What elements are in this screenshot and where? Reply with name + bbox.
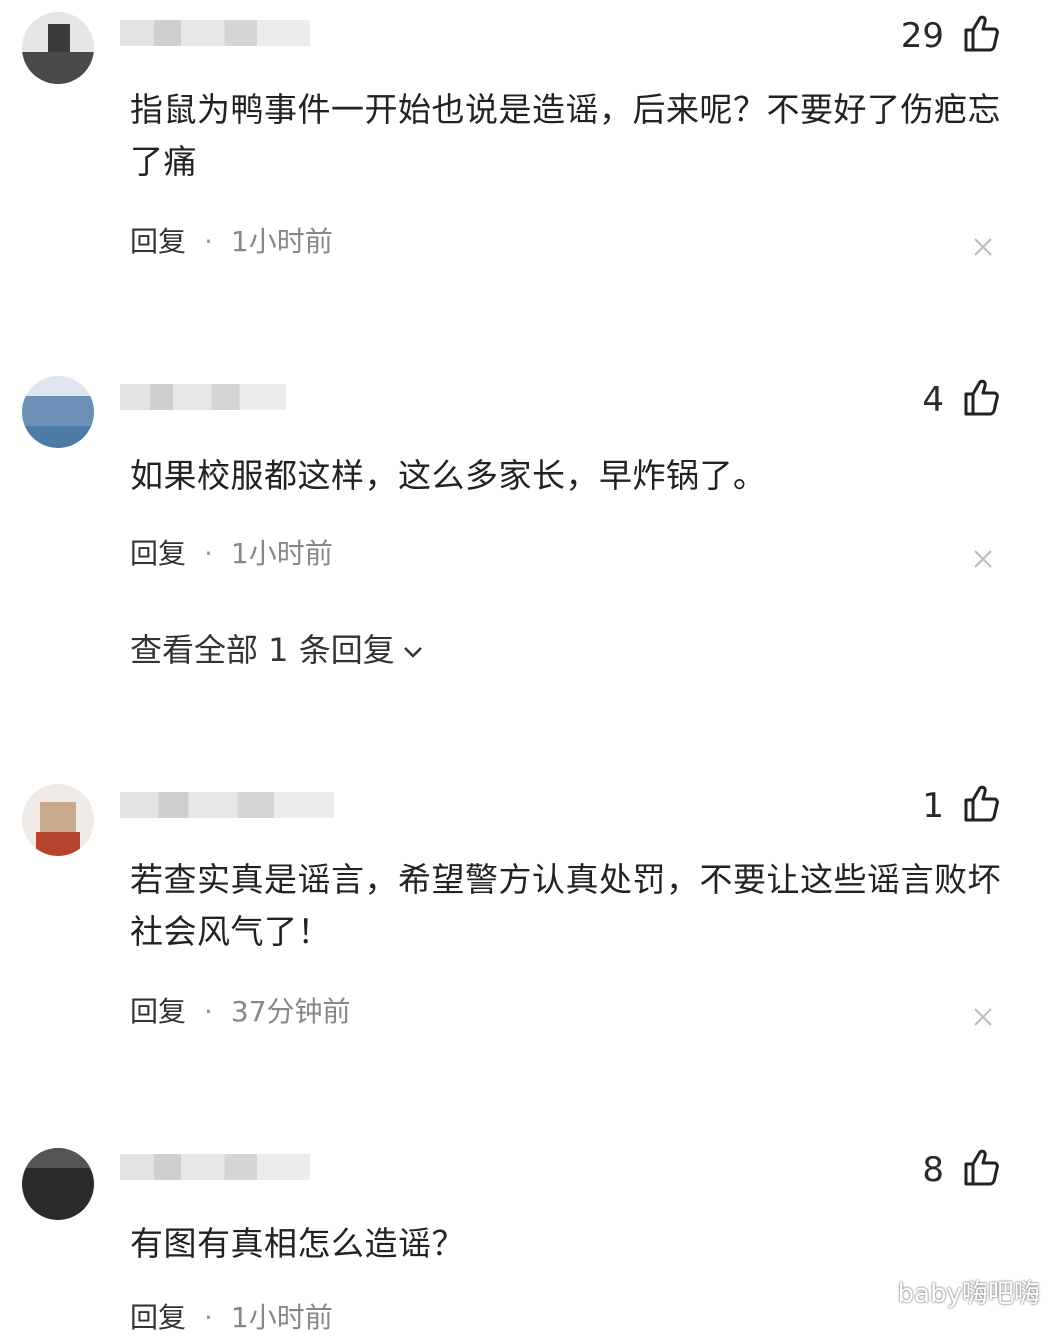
reply-button[interactable]: 回复: [130, 995, 186, 1028]
avatar[interactable]: [22, 1148, 94, 1220]
username-blurred[interactable]: [120, 792, 334, 818]
comment-text: 指鼠为鸭事件一开始也说是造谣，后来呢？不要好了伤疤忘了痛: [130, 90, 1001, 181]
separator-dot: ·: [204, 225, 213, 258]
reply-button[interactable]: 回复: [130, 537, 186, 570]
timestamp: 1小时前: [230, 225, 333, 258]
separator-dot: ·: [204, 537, 213, 570]
timestamp: 1小时前: [230, 1301, 333, 1334]
thumbs-up-icon[interactable]: [960, 1146, 1002, 1188]
avatar[interactable]: [22, 12, 94, 84]
like-count: 8: [922, 1150, 944, 1190]
comment-text: 若查实真是谣言，希望警方认真处罚，不要让这些谣言败坏社会风气了！: [130, 860, 1001, 951]
reply-button[interactable]: 回复: [130, 225, 186, 258]
comment-text: 有图有真相怎么造谣？: [130, 1224, 465, 1263]
reply-button[interactable]: 回复: [130, 1301, 186, 1334]
like-count: 4: [922, 380, 944, 420]
avatar[interactable]: [22, 784, 94, 856]
comment-meta: 回复 · 1小时前: [130, 1300, 333, 1336]
like-count: 1: [922, 786, 944, 826]
comment-meta: 回复 · 37分钟前: [130, 994, 351, 1030]
thumbs-up-icon[interactable]: [960, 12, 1002, 54]
close-icon[interactable]: [972, 236, 994, 258]
chevron-down-icon: [403, 647, 422, 658]
comment-meta: 回复 · 1小时前: [130, 536, 333, 572]
view-all-replies-button[interactable]: 查看全部 1 条回复: [130, 630, 425, 670]
separator-dot: ·: [204, 1301, 213, 1334]
comment-meta: 回复 · 1小时前: [130, 224, 333, 260]
timestamp: 1小时前: [230, 537, 333, 570]
username-blurred[interactable]: [120, 384, 286, 410]
username-blurred[interactable]: [120, 20, 310, 46]
close-icon[interactable]: [972, 548, 994, 570]
close-icon[interactable]: [972, 1006, 994, 1028]
username-blurred[interactable]: [120, 1154, 310, 1180]
thumbs-up-icon[interactable]: [960, 782, 1002, 824]
view-replies-label: 查看全部 1 条回复: [130, 631, 395, 669]
thumbs-up-icon[interactable]: [960, 376, 1002, 418]
avatar[interactable]: [22, 376, 94, 448]
separator-dot: ·: [204, 995, 213, 1028]
like-count: 29: [900, 16, 944, 56]
watermark: baby嗨吧嗨: [897, 1279, 1040, 1309]
comment-text: 如果校服都这样，这么多家长，早炸锅了。: [130, 456, 767, 495]
timestamp: 37分钟前: [230, 995, 351, 1028]
